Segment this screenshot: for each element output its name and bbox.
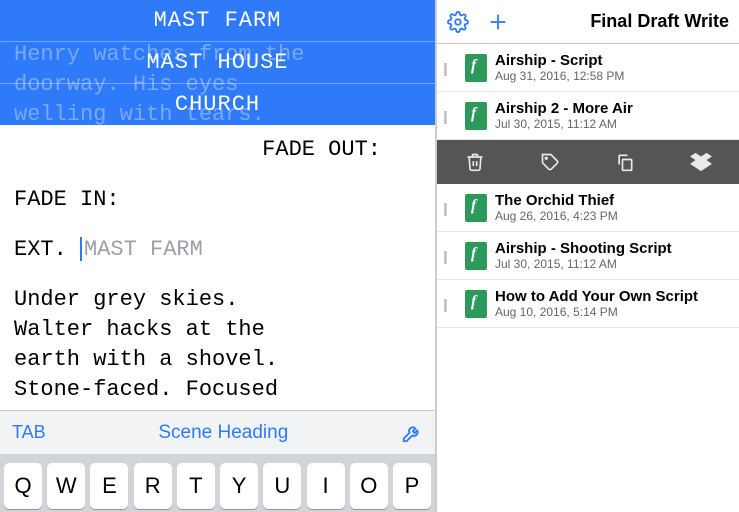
file-date: Jul 30, 2015, 11:12 AM [495,257,729,271]
drag-handle-icon[interactable]: ||| [443,60,457,76]
file-date: Aug 26, 2016, 4:23 PM [495,209,729,223]
file-row[interactable]: ||| Airship - Shooting Script Jul 30, 20… [437,232,739,280]
autocomplete-bar: Henry watches from the doorway. His eyes… [0,0,435,125]
suggestion-item[interactable]: MAST HOUSE [0,42,435,84]
scene-prefix: EXT. [14,237,80,262]
drag-handle-icon[interactable]: ||| [443,296,457,312]
document-icon [465,242,487,270]
dropbox-icon[interactable] [690,151,712,173]
key-t[interactable]: T [177,463,215,509]
drag-handle-icon[interactable]: ||| [443,108,457,124]
document-icon [465,102,487,130]
drag-handle-icon[interactable]: ||| [443,200,457,216]
key-p[interactable]: P [393,463,431,509]
key-y[interactable]: Y [220,463,258,509]
keyboard-row: Q W E R T Y U I O P [0,454,435,512]
file-list-header: Final Draft Write [437,0,739,44]
file-name: Airship 2 - More Air [495,100,729,117]
scene-hint: MAST FARM [84,237,203,262]
file-date: Aug 10, 2016, 5:14 PM [495,305,729,319]
file-name: How to Add Your Own Script [495,288,729,305]
script-editor-pane: Henry watches from the doorway. His eyes… [0,0,436,512]
document-icon [465,54,487,82]
tab-button[interactable]: TAB [12,422,46,443]
tools-icon[interactable] [401,422,423,444]
file-meta: How to Add Your Own Script Aug 10, 2016,… [495,288,729,319]
key-w[interactable]: W [47,463,85,509]
file-row[interactable]: ||| Airship 2 - More Air Jul 30, 2015, 1… [437,92,739,140]
format-bar: TAB Scene Heading [0,410,435,454]
key-u[interactable]: U [263,463,301,509]
file-date: Aug 31, 2016, 12:58 PM [495,69,729,83]
transition-fade-in: FADE IN: [14,185,421,215]
action-text: Under grey skies. Walter hacks at the ea… [14,285,421,405]
file-list: ||| Airship - Script Aug 31, 2016, 12:58… [437,44,739,512]
swipe-actions [437,140,739,184]
scene-heading-line: EXT. MAST FARM [14,235,421,265]
document-icon [465,290,487,318]
file-row[interactable]: ||| The Orchid Thief Aug 26, 2016, 4:23 … [437,184,739,232]
element-type-button[interactable]: Scene Heading [46,422,401,444]
file-list-pane: Final Draft Write ||| Airship - Script A… [436,0,739,512]
key-o[interactable]: O [350,463,388,509]
file-name: Airship - Script [495,52,729,69]
suggestion-item[interactable]: MAST FARM [0,0,435,42]
file-meta: Airship - Script Aug 31, 2016, 12:58 PM [495,52,729,83]
key-i[interactable]: I [307,463,345,509]
document-icon [465,194,487,222]
settings-icon[interactable] [447,11,469,33]
transition-fade-out: FADE OUT: [14,135,421,165]
key-q[interactable]: Q [4,463,42,509]
tag-icon[interactable] [540,152,560,172]
key-e[interactable]: E [90,463,128,509]
file-meta: Airship - Shooting Script Jul 30, 2015, … [495,240,729,271]
file-row[interactable]: ||| How to Add Your Own Script Aug 10, 2… [437,280,739,328]
file-name: Airship - Shooting Script [495,240,729,257]
script-editor[interactable]: FADE OUT: FADE IN: EXT. MAST FARM Under … [0,125,435,410]
app-title: Final Draft Write [527,11,729,32]
file-name: The Orchid Thief [495,192,729,209]
file-meta: Airship 2 - More Air Jul 30, 2015, 11:12… [495,100,729,131]
suggestion-item[interactable]: CHURCH [0,84,435,125]
file-date: Jul 30, 2015, 11:12 AM [495,117,729,131]
key-r[interactable]: R [134,463,172,509]
trash-icon[interactable] [465,152,485,172]
file-meta: The Orchid Thief Aug 26, 2016, 4:23 PM [495,192,729,223]
file-row[interactable]: ||| Airship - Script Aug 31, 2016, 12:58… [437,44,739,92]
add-icon[interactable] [487,11,509,33]
copy-icon[interactable] [615,152,635,172]
drag-handle-icon[interactable]: ||| [443,248,457,264]
text-cursor [80,237,82,261]
